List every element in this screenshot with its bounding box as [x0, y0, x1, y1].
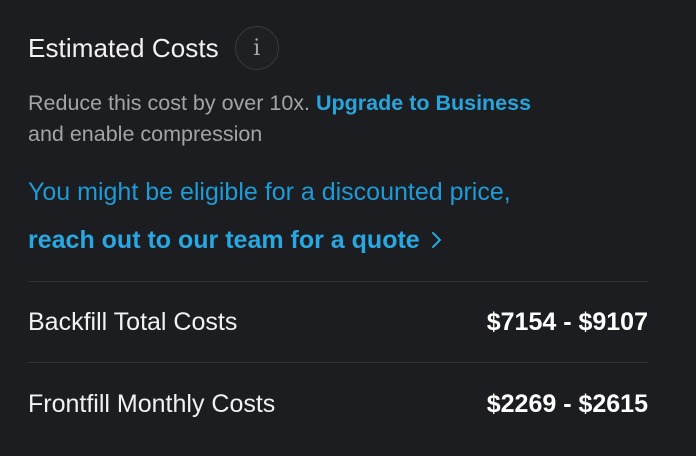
backfill-cost-row: Backfill Total Costs $7154 - $9107	[28, 302, 648, 342]
contact-team-link[interactable]: reach out to our team for a quote	[28, 220, 444, 260]
info-glyph: i	[253, 35, 261, 61]
frontfill-cost-row: Frontfill Monthly Costs $2269 - $2615	[28, 384, 648, 424]
backfill-cost-label: Backfill Total Costs	[28, 307, 238, 336]
discount-text: You might be eligible for a discounted p…	[28, 178, 511, 206]
backfill-cost-value: $7154 - $9107	[486, 307, 648, 336]
info-icon[interactable]: i	[234, 26, 279, 70]
cost-reduction-note: Reduce this cost by over 10x. Upgrade to…	[28, 88, 648, 150]
discount-callout: You might be eligible for a discounted p…	[28, 172, 668, 260]
divider	[28, 362, 648, 363]
upgrade-to-business-link[interactable]: Upgrade to Business	[316, 91, 531, 115]
frontfill-cost-label: Frontfill Monthly Costs	[28, 389, 276, 418]
reduce-text: Reduce this cost by over 10x.	[28, 91, 311, 115]
panel-title: Estimated Costs	[28, 33, 219, 63]
contact-team-label: reach out to our team for a quote	[28, 226, 420, 254]
enable-compression-text: and enable compression	[28, 122, 263, 146]
frontfill-cost-value: $2269 - $2615	[486, 389, 648, 418]
panel-header: Estimated Costs i	[28, 26, 279, 70]
chevron-right-icon	[431, 232, 441, 248]
divider	[28, 281, 648, 282]
